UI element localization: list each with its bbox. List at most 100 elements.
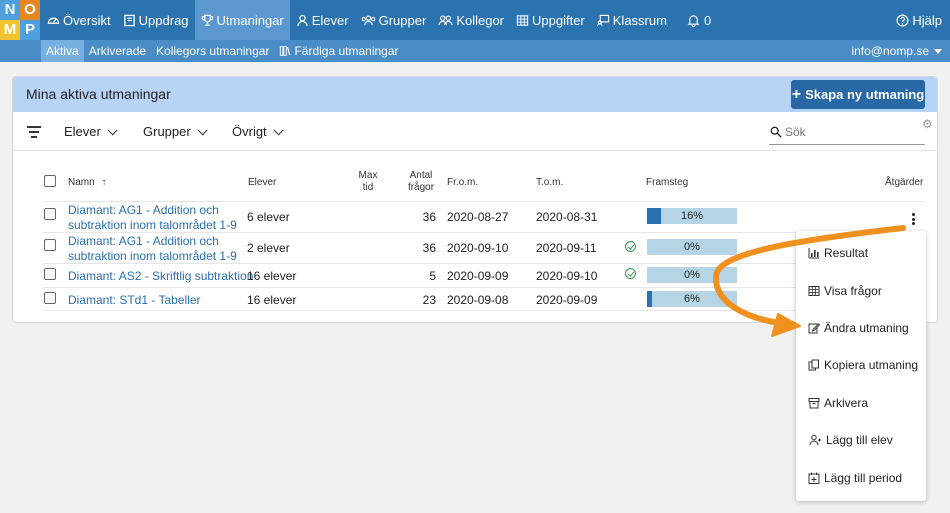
row-checkbox[interactable] xyxy=(44,292,56,304)
chevron-down-icon xyxy=(107,125,118,136)
select-all-checkbox[interactable] xyxy=(44,175,56,187)
nav-item-grupper[interactable]: Grupper xyxy=(355,0,433,40)
row-divider xyxy=(43,310,925,311)
progress-bar: 16% xyxy=(647,208,737,224)
column-header-question-count[interactable]: Antal frågor xyxy=(401,170,441,194)
column-header-progress[interactable]: Framsteg xyxy=(646,177,688,189)
nav-label: Uppgifter xyxy=(532,12,585,28)
logo-letter-p: P xyxy=(20,20,40,40)
help-label: Hjälp xyxy=(912,12,942,28)
help-icon xyxy=(896,14,909,26)
menu-item-edit-challenge[interactable]: Ändra utmaning xyxy=(796,314,926,342)
other-filter-dropdown[interactable]: Övrigt xyxy=(232,113,284,151)
row-divider xyxy=(43,232,925,233)
copy-icon xyxy=(808,359,819,371)
account-menu[interactable]: info@nomp.se xyxy=(851,40,942,62)
menu-item-label: Lägg till period xyxy=(824,471,903,485)
menu-item-results[interactable]: Resultat xyxy=(796,239,926,267)
column-header-students[interactable]: Elever xyxy=(248,177,276,189)
column-header-to[interactable]: T.o.m. xyxy=(536,177,563,189)
students-count: 6 elever xyxy=(247,210,290,224)
column-header-max-time[interactable]: Max tid xyxy=(349,170,387,194)
trophy-icon xyxy=(201,14,213,26)
chevron-down-icon xyxy=(273,125,284,136)
nav-item-utmaningar[interactable]: Utmaningar xyxy=(194,0,290,40)
row-actions-menu: Resultat Visa frågor Ändra utmaning Kopi… xyxy=(796,231,926,501)
nav-item-klassrum[interactable]: Klassrum xyxy=(591,0,673,40)
tab-arkiverade[interactable]: Arkiverade xyxy=(84,40,151,62)
row-checkbox[interactable] xyxy=(44,208,56,220)
challenge-name-link[interactable]: Diamant: AS2 - Skriftlig subtraktion xyxy=(68,269,253,284)
menu-item-label: Ändra utmaning xyxy=(824,321,909,335)
menu-item-show-questions[interactable]: Visa frågor xyxy=(796,277,926,305)
menu-item-add-period[interactable]: Lägg till period xyxy=(796,464,926,492)
column-header-name[interactable]: Namn ↑ xyxy=(68,177,106,189)
edit-icon xyxy=(808,323,820,334)
nav-item-uppgifter[interactable]: Uppgifter xyxy=(510,0,591,40)
top-navbar: N O M P Översikt Uppdrag Utmaningar Elev… xyxy=(0,0,950,40)
menu-item-label: Arkivera xyxy=(824,396,869,410)
sub-navbar: Aktiva Arkiverade Kollegors utmaningar F… xyxy=(0,40,950,62)
column-header-from[interactable]: Fr.o.m. xyxy=(447,177,478,189)
classroom-icon xyxy=(596,14,609,26)
to-date: 2020-09-11 xyxy=(536,241,597,255)
filter-bar: Elever Grupper Övrigt ⚙ xyxy=(13,113,937,151)
challenge-name-link[interactable]: Diamant: AG1 - Addition och subtraktion … xyxy=(68,203,237,233)
progress-label: 6% xyxy=(684,293,700,305)
search-box xyxy=(769,123,925,145)
nav-label: Kollegor xyxy=(456,12,505,28)
row-divider xyxy=(43,287,925,288)
tab-label: Färdiga utmaningar xyxy=(294,44,399,58)
search-icon xyxy=(770,126,782,138)
question-count: 36 xyxy=(422,210,436,224)
filter-icon[interactable] xyxy=(27,126,41,138)
chevron-down-icon xyxy=(197,125,208,136)
nav-item-kollegor[interactable]: Kollegor xyxy=(432,0,510,40)
nav-label: Uppdrag xyxy=(138,12,189,28)
dropdown-label: Övrigt xyxy=(232,124,267,139)
row-actions-kebab-icon[interactable] xyxy=(912,213,916,225)
menu-item-copy-challenge[interactable]: Kopiera utmaning xyxy=(796,351,926,379)
tab-kollegors-utmaningar[interactable]: Kollegors utmaningar xyxy=(151,40,274,62)
challenge-name-link[interactable]: Diamant: AG1 - Addition och subtraktion … xyxy=(68,234,237,264)
tab-aktiva[interactable]: Aktiva xyxy=(41,40,84,62)
to-date: 2020-08-31 xyxy=(536,210,598,224)
question-count: 36 xyxy=(422,241,436,255)
from-date: 2020-09-10 xyxy=(447,241,509,255)
row-checkbox[interactable] xyxy=(44,268,56,280)
add-user-icon xyxy=(809,434,821,446)
book-icon xyxy=(123,14,135,26)
menu-item-add-student[interactable]: Lägg till elev xyxy=(796,426,926,454)
menu-item-label: Visa frågor xyxy=(824,284,882,298)
groups-filter-dropdown[interactable]: Grupper xyxy=(143,113,208,151)
nav-label: Utmaningar xyxy=(216,12,284,28)
books-icon xyxy=(280,46,291,56)
nav-item-notifications[interactable]: 0 xyxy=(681,0,717,40)
nav-label: Översikt xyxy=(63,12,111,28)
menu-item-archive[interactable]: Arkivera xyxy=(796,389,926,417)
challenge-name-link[interactable]: Diamant: STd1 - Tabeller xyxy=(68,293,201,308)
search-input[interactable] xyxy=(785,125,920,139)
tab-fardiga-utmaningar[interactable]: Färdiga utmaningar xyxy=(274,40,403,62)
create-challenge-button[interactable]: + Skapa ny utmaning xyxy=(791,80,925,109)
add-calendar-icon xyxy=(808,472,820,484)
nav-item-uppdrag[interactable]: Uppdrag xyxy=(117,0,195,40)
row-checkbox[interactable] xyxy=(44,239,56,251)
completed-check-icon xyxy=(625,241,636,252)
account-email: info@nomp.se xyxy=(851,44,929,58)
question-count: 23 xyxy=(422,293,436,307)
bell-icon xyxy=(687,14,700,27)
question-count: 5 xyxy=(429,269,436,283)
nav-item-elever[interactable]: Elever xyxy=(290,0,355,40)
card-header: Mina aktiva utmaningar + Skapa ny utmani… xyxy=(13,77,937,112)
help-link[interactable]: Hjälp xyxy=(896,0,942,40)
progress-label: 16% xyxy=(680,210,704,222)
page-title: Mina aktiva utmaningar xyxy=(26,86,171,102)
dropdown-label: Elever xyxy=(64,124,101,139)
row-divider xyxy=(43,201,925,202)
row-divider xyxy=(43,263,925,264)
gear-icon[interactable]: ⚙ xyxy=(922,117,933,131)
students-filter-dropdown[interactable]: Elever xyxy=(64,113,118,151)
nav-item-oversikt[interactable]: Översikt xyxy=(41,0,117,40)
nomp-logo[interactable]: N O M P xyxy=(0,0,40,40)
